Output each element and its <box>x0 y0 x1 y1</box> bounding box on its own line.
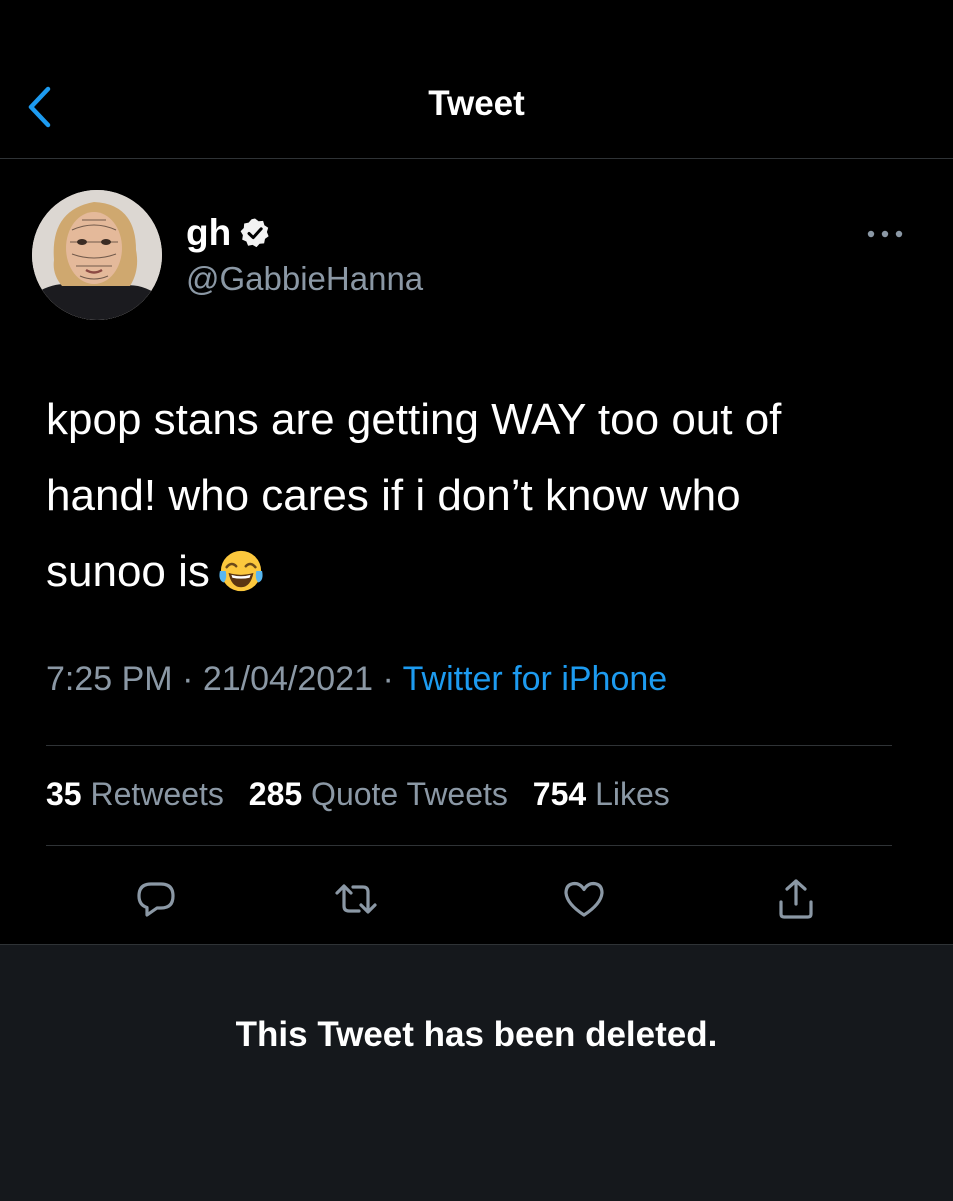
likes-count: 754 <box>532 776 587 812</box>
more-icon <box>867 230 903 238</box>
likes-label: Likes <box>595 776 670 812</box>
avatar[interactable] <box>32 190 162 320</box>
page-title: Tweet <box>428 84 525 123</box>
more-options-button[interactable] <box>864 224 906 244</box>
deleted-notice-text: This Tweet has been deleted. <box>235 1015 718 1054</box>
like-button[interactable] <box>554 866 614 932</box>
tweet-actions <box>0 866 953 932</box>
likes-stat[interactable]: 754 Likes <box>533 776 670 812</box>
author-display-name[interactable]: gh <box>186 212 231 254</box>
tweet-text-line: hand! who cares if i don’t know who <box>46 471 741 520</box>
retweet-icon <box>335 884 377 914</box>
tweet-meta: 7:25 PM · 21/04/2021 · Twitter for iPhon… <box>46 660 667 699</box>
tweet-text: kpop stans are getting WAY too out of ha… <box>46 382 926 610</box>
author-handle[interactable]: @GabbieHanna <box>186 260 423 298</box>
reply-icon <box>137 882 175 917</box>
deleted-tweet-notice: This Tweet has been deleted. <box>0 944 953 1201</box>
retweets-label: Retweets <box>90 776 224 812</box>
tweet-source-link[interactable]: Twitter for iPhone <box>403 660 668 698</box>
retweets-count: 35 <box>46 776 82 812</box>
retweets-stat[interactable]: 35 Retweets <box>46 776 224 812</box>
quote-tweets-count: 285 <box>248 776 303 812</box>
verified-badge-icon <box>240 218 269 248</box>
meta-separator: · <box>373 660 403 698</box>
tweet-text-last-line: sunoo is <box>46 534 926 610</box>
reply-button[interactable] <box>126 866 186 932</box>
tweet-date: 21/04/2021 <box>202 660 374 698</box>
heart-icon <box>564 881 604 917</box>
meta-separator: · <box>172 660 203 698</box>
share-icon <box>779 879 813 919</box>
quote-tweets-label: Quote Tweets <box>311 776 508 812</box>
avatar-image <box>32 190 162 320</box>
share-button[interactable] <box>766 866 826 932</box>
top-bar: Tweet <box>0 0 953 159</box>
retweet-button[interactable] <box>326 866 386 932</box>
tweet-time: 7:25 PM <box>46 660 173 698</box>
quote-tweets-stat[interactable]: 285 Quote Tweets <box>249 776 508 812</box>
tweet-stats: 35 Retweets 285 Quote Tweets 754 Likes <box>46 776 686 813</box>
face-with-tears-of-joy-icon <box>219 550 263 592</box>
divider <box>46 745 892 746</box>
author-name-row[interactable]: gh <box>186 212 271 254</box>
divider <box>46 845 892 846</box>
tweet-text-line: kpop stans are getting WAY too out of <box>46 395 782 444</box>
tweet-text-line: sunoo is <box>46 547 210 596</box>
